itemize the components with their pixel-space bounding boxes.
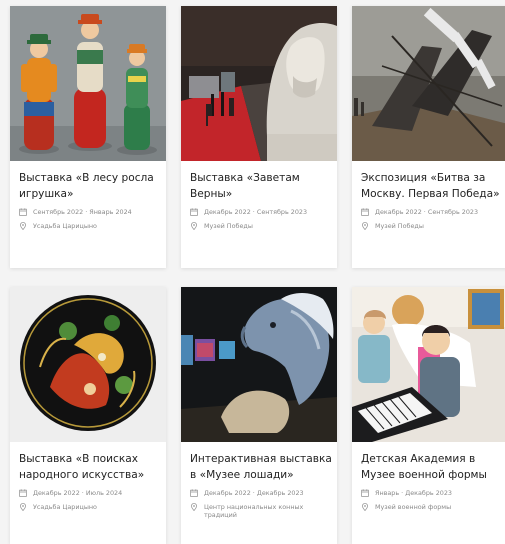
calendar-icon [361, 208, 369, 216]
event-title[interactable]: Выставка «В поисках народного искусства» [19, 452, 161, 483]
event-venue: Усадьба Царицыно [19, 222, 161, 231]
event-venue: Музей военной формы [361, 503, 503, 512]
calendar-icon [190, 489, 198, 497]
event-title[interactable]: Интерактивная выставка в «Музее лошади» [190, 452, 332, 483]
event-dates: Декабрь 2022 · Сентябрь 2023 [190, 208, 332, 217]
event-venue-text: Музей военной формы [375, 502, 452, 511]
event-venue-text: Музей Победы [375, 221, 424, 230]
event-venue: Музей Победы [190, 222, 332, 231]
event-card[interactable]: Выставка «В поисках народного искусства»… [10, 287, 166, 544]
event-dates: Декабрь 2022 · Сентябрь 2023 [361, 208, 503, 217]
event-dates-text: Декабрь 2022 · Июль 2024 [33, 489, 123, 497]
calendar-icon [190, 208, 198, 216]
event-dates-text: Декабрь 2022 · Сентябрь 2023 [204, 208, 308, 216]
location-pin-icon [361, 221, 369, 230]
calendar-icon [19, 208, 27, 216]
event-venue: Усадьба Царицыно [19, 503, 161, 512]
event-dates-text: Декабрь 2022 · Сентябрь 2023 [375, 208, 479, 216]
location-pin-icon [361, 502, 369, 511]
event-venue-text: Центр национальных конных традиций [204, 502, 304, 520]
event-dates: Сентябрь 2022 · Январь 2024 [19, 208, 161, 217]
location-pin-icon [190, 221, 198, 230]
event-venue: Музей Победы [361, 222, 503, 231]
event-title[interactable]: Выставка «В лесу росла игрушка» [19, 171, 161, 202]
event-dates-text: Сентябрь 2022 · Январь 2024 [33, 208, 132, 216]
event-card[interactable]: Выставка «В лесу росла игрушка» Сентябрь… [10, 6, 166, 268]
event-venue-text: Музей Победы [204, 221, 253, 230]
lacquer-plate-photo[interactable] [10, 287, 166, 442]
event-dates: Декабрь 2022 · Декабрь 2023 [190, 489, 332, 498]
calendar-icon [19, 489, 27, 497]
event-dates-text: Январь · Декабрь 2023 [375, 489, 452, 497]
event-venue: Центр национальных конных традиций [190, 503, 332, 520]
event-dates: Январь · Декабрь 2023 [361, 489, 503, 498]
event-title[interactable]: Экспозиция «Битва за Москву. Первая Побе… [361, 171, 503, 202]
battle-installation-photo[interactable] [352, 6, 505, 161]
event-venue-text: Усадьба Царицыно [33, 502, 97, 511]
event-card[interactable]: Экспозиция «Битва за Москву. Первая Побе… [352, 6, 505, 268]
event-dates-text: Декабрь 2022 · Декабрь 2023 [204, 489, 304, 497]
event-card[interactable]: Выставка «Заветам Верны» Декабрь 2022 · … [181, 6, 337, 268]
event-card[interactable]: Интерактивная выставка в «Музее лошади» … [181, 287, 337, 544]
calendar-icon [361, 489, 369, 497]
museum-hall-bust-photo[interactable] [181, 6, 337, 161]
location-pin-icon [19, 502, 27, 511]
event-title[interactable]: Выставка «Заветам Верны» [190, 171, 332, 202]
event-venue-text: Усадьба Царицыно [33, 221, 97, 230]
wooden-dolls-photo[interactable] [10, 6, 166, 161]
children-piano-photo[interactable] [352, 287, 505, 442]
location-pin-icon [19, 221, 27, 230]
event-title[interactable]: Детская Академия в Музее военной формы [361, 452, 503, 483]
location-pin-icon [190, 502, 198, 511]
event-dates: Декабрь 2022 · Июль 2024 [19, 489, 161, 498]
horse-sculpture-photo[interactable] [181, 287, 337, 442]
event-card[interactable]: Детская Академия в Музее военной формы Я… [352, 287, 505, 544]
